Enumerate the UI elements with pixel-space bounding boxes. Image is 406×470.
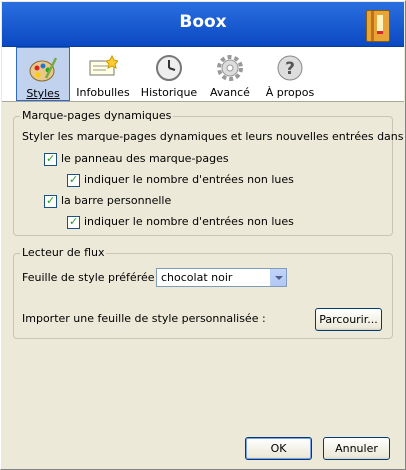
preferences-toolbar: Styles Infobulles Historique Avancé ? À …: [2, 47, 404, 102]
tab-label: Historique: [140, 86, 198, 99]
title-bar: Boox: [2, 2, 404, 47]
tooltip-icon: [89, 54, 118, 76]
browse-button[interactable]: Parcourir...: [315, 308, 382, 331]
svg-text:?: ?: [285, 59, 295, 79]
checkmark-icon: ✓: [69, 173, 79, 186]
checkmark-icon: ✓: [69, 215, 79, 228]
tab-label: Styles: [26, 87, 60, 100]
panel-count-checkbox[interactable]: ✓: [67, 173, 80, 187]
group-legend: Marque-pages dynamiques: [20, 109, 174, 122]
toolbar-checkbox[interactable]: ✓: [44, 194, 57, 208]
toolbar-label: la barre personnelle: [61, 194, 172, 207]
style-label: Feuille de style préférée :: [22, 271, 162, 284]
group-legend: Lecteur de flux: [20, 246, 107, 259]
bookmark-book-icon: [366, 10, 390, 42]
toolbar-count-checkbox[interactable]: ✓: [67, 215, 80, 229]
tab-styles[interactable]: Styles: [16, 47, 70, 101]
intro-text: Styler les marque-pages dynamiques et le…: [22, 130, 406, 143]
preferences-window: Boox Styles Infobulles Historique Avancé…: [0, 0, 406, 470]
tab-label: Infobulles: [76, 86, 130, 99]
tab-a-propos[interactable]: ? À propos: [262, 47, 318, 101]
tab-historique[interactable]: Historique: [140, 47, 198, 101]
palette-icon: [29, 57, 58, 82]
clock-icon: [156, 55, 182, 81]
ok-button[interactable]: OK: [245, 437, 312, 460]
chevron-down-icon[interactable]: [270, 269, 286, 286]
dynamic-bookmarks-group: Marque-pages dynamiques Styler les marqu…: [13, 109, 406, 236]
gear-icon: [217, 55, 243, 81]
tab-label: À propos: [265, 86, 315, 99]
checkmark-icon: ✓: [46, 194, 56, 207]
panel-count-label: indiquer le nombre d'entrées non lues: [84, 173, 294, 186]
import-label: Importer une feuille de style personnali…: [22, 312, 266, 325]
checkmark-icon: ✓: [46, 152, 56, 165]
feed-reader-group: Lecteur de flux Feuille de style préféré…: [13, 246, 393, 339]
tab-infobulles[interactable]: Infobulles: [74, 47, 132, 101]
tab-label: Avancé: [210, 86, 250, 99]
panel-label: le panneau des marque-pages: [61, 152, 229, 165]
toolbar-count-label: indiquer le nombre d'entrées non lues: [84, 215, 294, 228]
style-select[interactable]: chocolat noir: [156, 268, 287, 287]
style-select-value: chocolat noir: [161, 271, 233, 284]
panel-checkbox[interactable]: ✓: [44, 152, 57, 166]
question-icon: ?: [277, 55, 303, 81]
tab-avance[interactable]: Avancé: [204, 47, 256, 101]
cancel-button[interactable]: Annuler: [323, 437, 390, 460]
window-title: Boox: [179, 12, 227, 32]
